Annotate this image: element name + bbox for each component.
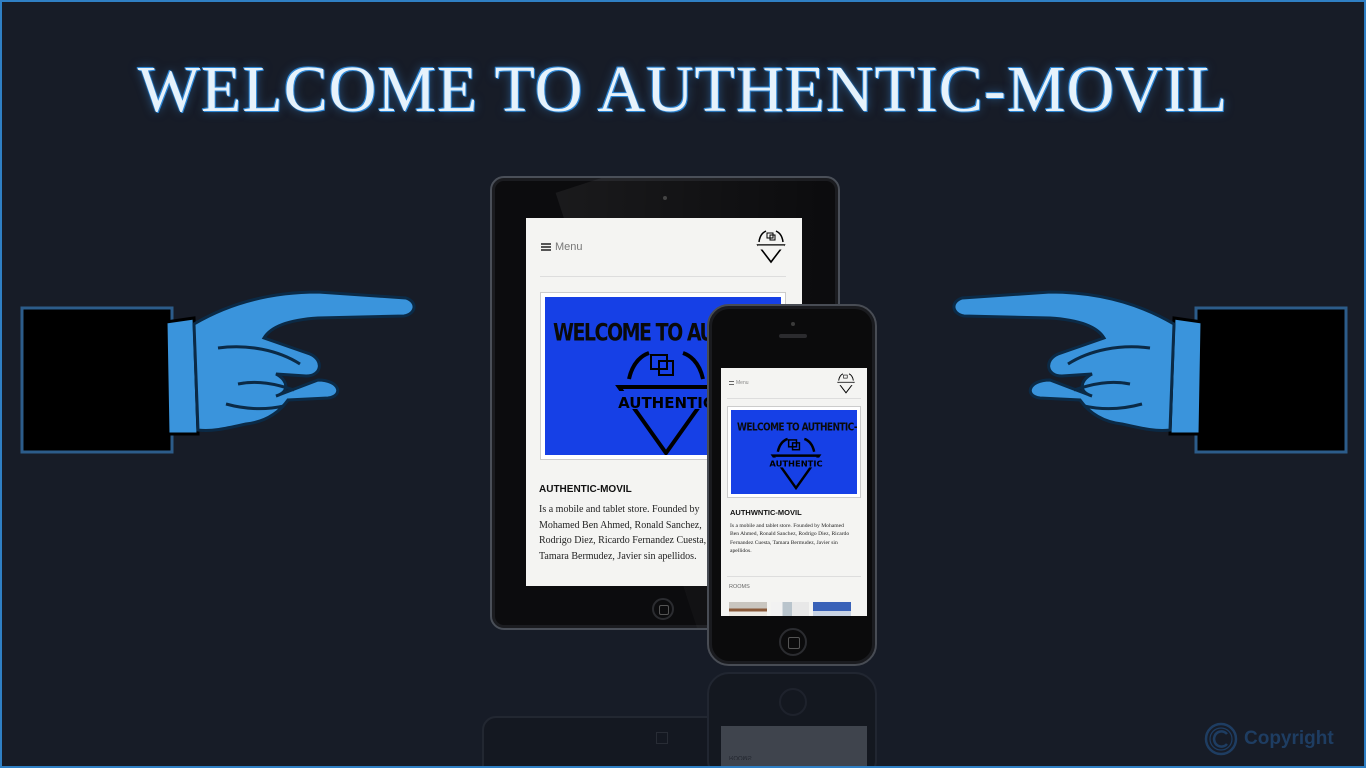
phone-heading: AUTHWNTIC-MOVIL: [730, 508, 802, 517]
phone-banner-brand: AUTHENTIC: [769, 458, 822, 468]
pointing-hand-right-icon: [20, 290, 416, 454]
room-thumbnail[interactable]: [813, 602, 851, 616]
authentic-logo-icon: [837, 373, 855, 394]
phone-menu-button[interactable]: Menu: [729, 380, 749, 386]
phone-divider: [727, 398, 861, 399]
authentic-emblem-icon: AUTHENTIC: [615, 351, 717, 455]
phone-reflection: ROOMS: [707, 672, 877, 768]
tablet-reflection-home: [656, 732, 668, 744]
phone-home-button[interactable]: [779, 628, 807, 656]
room-thumbnail[interactable]: [729, 602, 767, 616]
reflection-rooms-label: ROOMS: [729, 754, 752, 760]
tablet-banner-brand: AUTHENTIC: [618, 394, 714, 412]
tablet-heading: AUTHENTIC-MOVIL: [539, 484, 632, 495]
copyright-icon: [1204, 722, 1238, 756]
phone-screen: Menu WELCOME TO AUTHENTIC-MOVIL AUTHENTI…: [721, 368, 867, 616]
tablet-divider: [540, 276, 786, 277]
phone-banner-title: WELCOME TO AUTHENTIC-MOVIL: [737, 422, 857, 434]
phone-rooms-heading: ROOMS: [729, 584, 750, 590]
tablet-home-button[interactable]: [652, 598, 674, 620]
tablet-menu-label: Menu: [555, 241, 583, 253]
hamburger-icon: [729, 381, 734, 385]
tablet-menu-button[interactable]: Menu: [541, 241, 583, 253]
devices-reflection: ROOMS: [480, 672, 880, 768]
phone-menu-label: Menu: [736, 380, 749, 386]
phone-rooms-thumbnails: [729, 602, 851, 616]
authentic-emblem-icon: AUTHENTIC: [769, 437, 823, 490]
authentic-logo-icon: [756, 230, 786, 264]
phone-description: Is a mobile and tablet store. Founded by…: [730, 523, 850, 555]
copyright-watermark: Copyright: [1204, 722, 1334, 756]
phone-reflection-screen: ROOMS: [721, 726, 867, 768]
phone-device: Menu WELCOME TO AUTHENTIC-MOVIL AUTHENTI…: [707, 304, 877, 666]
phone-speaker: [779, 334, 807, 338]
phone-banner: WELCOME TO AUTHENTIC-MOVIL AUTHENTIC: [731, 410, 857, 494]
phone-camera: [791, 322, 795, 326]
page-title: WELCOME TO AUTHENTIC-MOVIL: [137, 53, 1229, 126]
phone-banner-frame: WELCOME TO AUTHENTIC-MOVIL AUTHENTIC: [727, 406, 861, 498]
room-thumbnail[interactable]: [771, 602, 809, 616]
hamburger-icon: [541, 243, 551, 251]
tablet-description: Is a mobile and tablet store. Founded by…: [539, 504, 707, 562]
pointing-hand-left-icon: [952, 290, 1348, 454]
tablet-camera: [663, 196, 667, 200]
phone-divider-2: [727, 576, 861, 577]
copyright-label: Copyright: [1244, 728, 1334, 749]
phone-reflection-home: [779, 688, 807, 716]
